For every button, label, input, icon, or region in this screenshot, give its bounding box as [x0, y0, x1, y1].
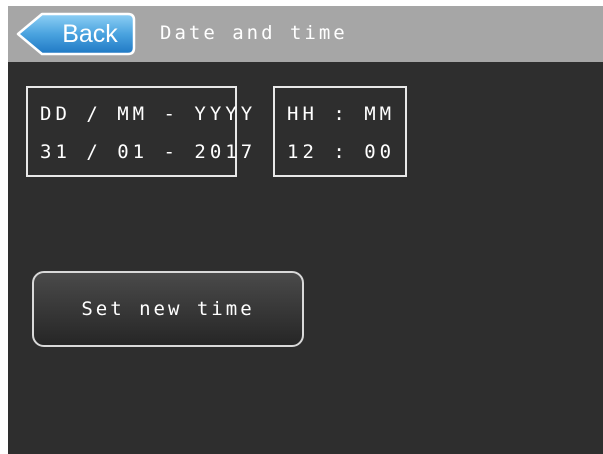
date-value: 31 / 01 - 2017	[40, 141, 257, 163]
time-value: 12 : 00	[287, 141, 396, 163]
header-bar: Back Date and time	[8, 6, 603, 62]
device-screen: Back Date and time DD / MM - YYYY 31 / 0…	[8, 6, 603, 454]
set-new-time-label: Set new time	[81, 298, 255, 320]
date-format-label: DD / MM - YYYY	[40, 103, 257, 125]
page-title: Date and time	[160, 22, 348, 44]
back-button[interactable]: Back	[16, 12, 136, 56]
set-new-time-button[interactable]: Set new time	[32, 271, 304, 347]
back-button-label: Back	[62, 20, 118, 48]
time-display: HH : MM 12 : 00	[273, 86, 407, 177]
time-format-label: HH : MM	[287, 103, 396, 125]
date-display: DD / MM - YYYY 31 / 01 - 2017	[26, 86, 252, 177]
